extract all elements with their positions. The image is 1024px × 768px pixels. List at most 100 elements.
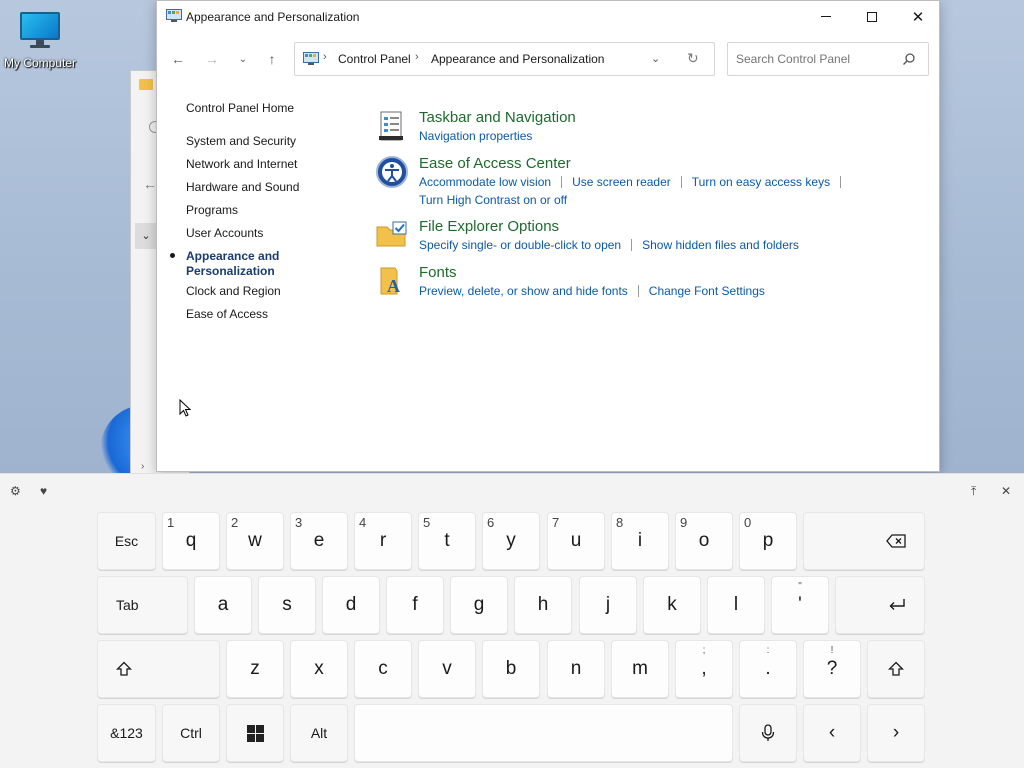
breadcrumb-control-panel[interactable]: Control Panel <box>338 52 411 66</box>
key-comma[interactable]: ;, <box>675 640 733 698</box>
key-backspace[interactable] <box>803 512 925 570</box>
key-f[interactable]: f <box>386 576 444 634</box>
key-h[interactable]: h <box>514 576 572 634</box>
key-v[interactable]: v <box>418 640 476 698</box>
key-shift-left[interactable] <box>97 640 220 698</box>
refresh-icon[interactable]: ↻ <box>687 50 699 67</box>
sidebar-item-system-security[interactable]: System and Security <box>186 134 296 148</box>
key-i[interactable]: 8i <box>611 512 669 570</box>
close-button[interactable]: ✕ <box>895 1 941 32</box>
key-o[interactable]: 9o <box>675 512 733 570</box>
sidebar-item-hardware-sound[interactable]: Hardware and Sound <box>186 180 299 194</box>
key-q[interactable]: 1q <box>162 512 220 570</box>
key-c[interactable]: c <box>354 640 412 698</box>
key-ctrl[interactable]: Ctrl <box>162 704 220 762</box>
category-title[interactable]: Taskbar and Navigation <box>419 109 576 126</box>
arrow-right-icon: → <box>205 51 219 67</box>
link-accommodate-low-vision[interactable]: Accommodate low vision <box>419 175 551 189</box>
link-navigation-properties[interactable]: Navigation properties <box>419 129 532 143</box>
link-preview-fonts[interactable]: Preview, delete, or show and hide fonts <box>419 284 628 298</box>
sidebar-item-programs[interactable]: Programs <box>186 203 238 217</box>
chevron-down-icon[interactable]: ⌄ <box>135 223 157 249</box>
key-m[interactable]: m <box>611 640 669 698</box>
breadcrumb-separator-icon: › <box>323 51 327 63</box>
key-space[interactable] <box>354 704 733 762</box>
back-button[interactable]: ← <box>166 47 190 71</box>
key-w[interactable]: 2w <box>226 512 284 570</box>
close-keyboard-icon[interactable]: ✕ <box>1001 484 1011 498</box>
key-b[interactable]: b <box>482 640 540 698</box>
key-period[interactable]: :. <box>739 640 797 698</box>
key-d[interactable]: d <box>322 576 380 634</box>
search-icon[interactable] <box>902 52 916 66</box>
key-label: b <box>505 658 517 679</box>
link-show-hidden-files[interactable]: Show hidden files and folders <box>642 238 799 252</box>
key-l[interactable]: l <box>707 576 765 634</box>
key-e[interactable]: 3e <box>290 512 348 570</box>
link-single-double-click[interactable]: Specify single- or double-click to open <box>419 238 621 252</box>
key-enter[interactable] <box>835 576 925 634</box>
mouse-pointer-icon <box>179 399 191 417</box>
search-box[interactable] <box>727 42 929 76</box>
key-label: g <box>473 594 485 615</box>
link-easy-access-keys[interactable]: Turn on easy access keys <box>692 175 830 189</box>
key-r[interactable]: 4r <box>354 512 412 570</box>
key-x[interactable]: x <box>290 640 348 698</box>
key-question[interactable]: !? <box>803 640 861 698</box>
key-microphone[interactable] <box>739 704 797 762</box>
key-g[interactable]: g <box>450 576 508 634</box>
key-u[interactable]: 7u <box>547 512 605 570</box>
sidebar-item-clock-region[interactable]: Clock and Region <box>186 284 281 298</box>
sidebar-item-control-panel-home[interactable]: Control Panel Home <box>186 101 294 115</box>
sidebar-item-ease-of-access[interactable]: Ease of Access <box>186 307 268 321</box>
key-label: z <box>250 658 260 679</box>
key-esc[interactable]: Esc <box>97 512 156 570</box>
search-input[interactable] <box>736 52 896 66</box>
key-n[interactable]: n <box>547 640 605 698</box>
title-bar[interactable]: Appearance and Personalization ✕ <box>157 1 939 32</box>
key-p[interactable]: 0p <box>739 512 797 570</box>
category-title[interactable]: Ease of Access Center <box>419 155 571 172</box>
address-dropdown-icon[interactable]: ⌄ <box>651 52 660 65</box>
key-alt[interactable]: Alt <box>290 704 348 762</box>
key-left-arrow[interactable]: ‹ <box>803 704 861 762</box>
key-z[interactable]: z <box>226 640 284 698</box>
desktop-icon-my-computer[interactable]: My Computer <box>2 8 78 70</box>
category-title[interactable]: File Explorer Options <box>419 218 559 235</box>
maximize-button[interactable] <box>849 1 895 32</box>
sidebar-item-appearance[interactable]: Appearance and Personalization <box>170 249 279 278</box>
address-bar[interactable]: › Control Panel › Appearance and Persona… <box>294 42 715 76</box>
emoji-heart-icon[interactable]: ♥ <box>40 484 47 498</box>
minimize-button[interactable] <box>803 1 849 32</box>
key-t[interactable]: 5t <box>418 512 476 570</box>
up-button[interactable]: ↑ <box>260 47 284 71</box>
key-shift-right[interactable] <box>867 640 925 698</box>
dock-keyboard-icon[interactable]: ⤒ <box>971 484 976 499</box>
link-use-screen-reader[interactable]: Use screen reader <box>572 175 671 189</box>
gear-icon[interactable]: ⚙ <box>10 484 21 498</box>
key-label: . <box>765 658 771 679</box>
forward-button[interactable]: → <box>200 47 224 71</box>
category-title[interactable]: Fonts <box>419 264 457 281</box>
key-symbols[interactable]: &123 <box>97 704 156 762</box>
key-right-arrow[interactable]: › <box>867 704 925 762</box>
folder-icon <box>139 79 153 90</box>
sidebar-item-user-accounts[interactable]: User Accounts <box>186 226 263 240</box>
link-high-contrast[interactable]: Turn High Contrast on or off <box>419 193 851 207</box>
recent-locations-button[interactable]: ⌄ <box>231 47 255 71</box>
key-tab[interactable]: Tab <box>97 576 188 634</box>
key-y[interactable]: 6y <box>482 512 540 570</box>
key-a[interactable]: a <box>194 576 252 634</box>
key-label: c <box>378 658 388 679</box>
link-change-font-settings[interactable]: Change Font Settings <box>649 284 765 298</box>
key-s[interactable]: s <box>258 576 316 634</box>
minimize-icon <box>821 16 831 17</box>
key-label: p <box>762 530 774 551</box>
key-label: Tab <box>116 597 139 613</box>
sidebar-item-network-internet[interactable]: Network and Internet <box>186 157 297 171</box>
breadcrumb-appearance[interactable]: Appearance and Personalization <box>431 52 604 66</box>
key-windows[interactable] <box>226 704 284 762</box>
key-quote[interactable]: " ' <box>771 576 829 634</box>
key-j[interactable]: j <box>579 576 637 634</box>
key-k[interactable]: k <box>643 576 701 634</box>
